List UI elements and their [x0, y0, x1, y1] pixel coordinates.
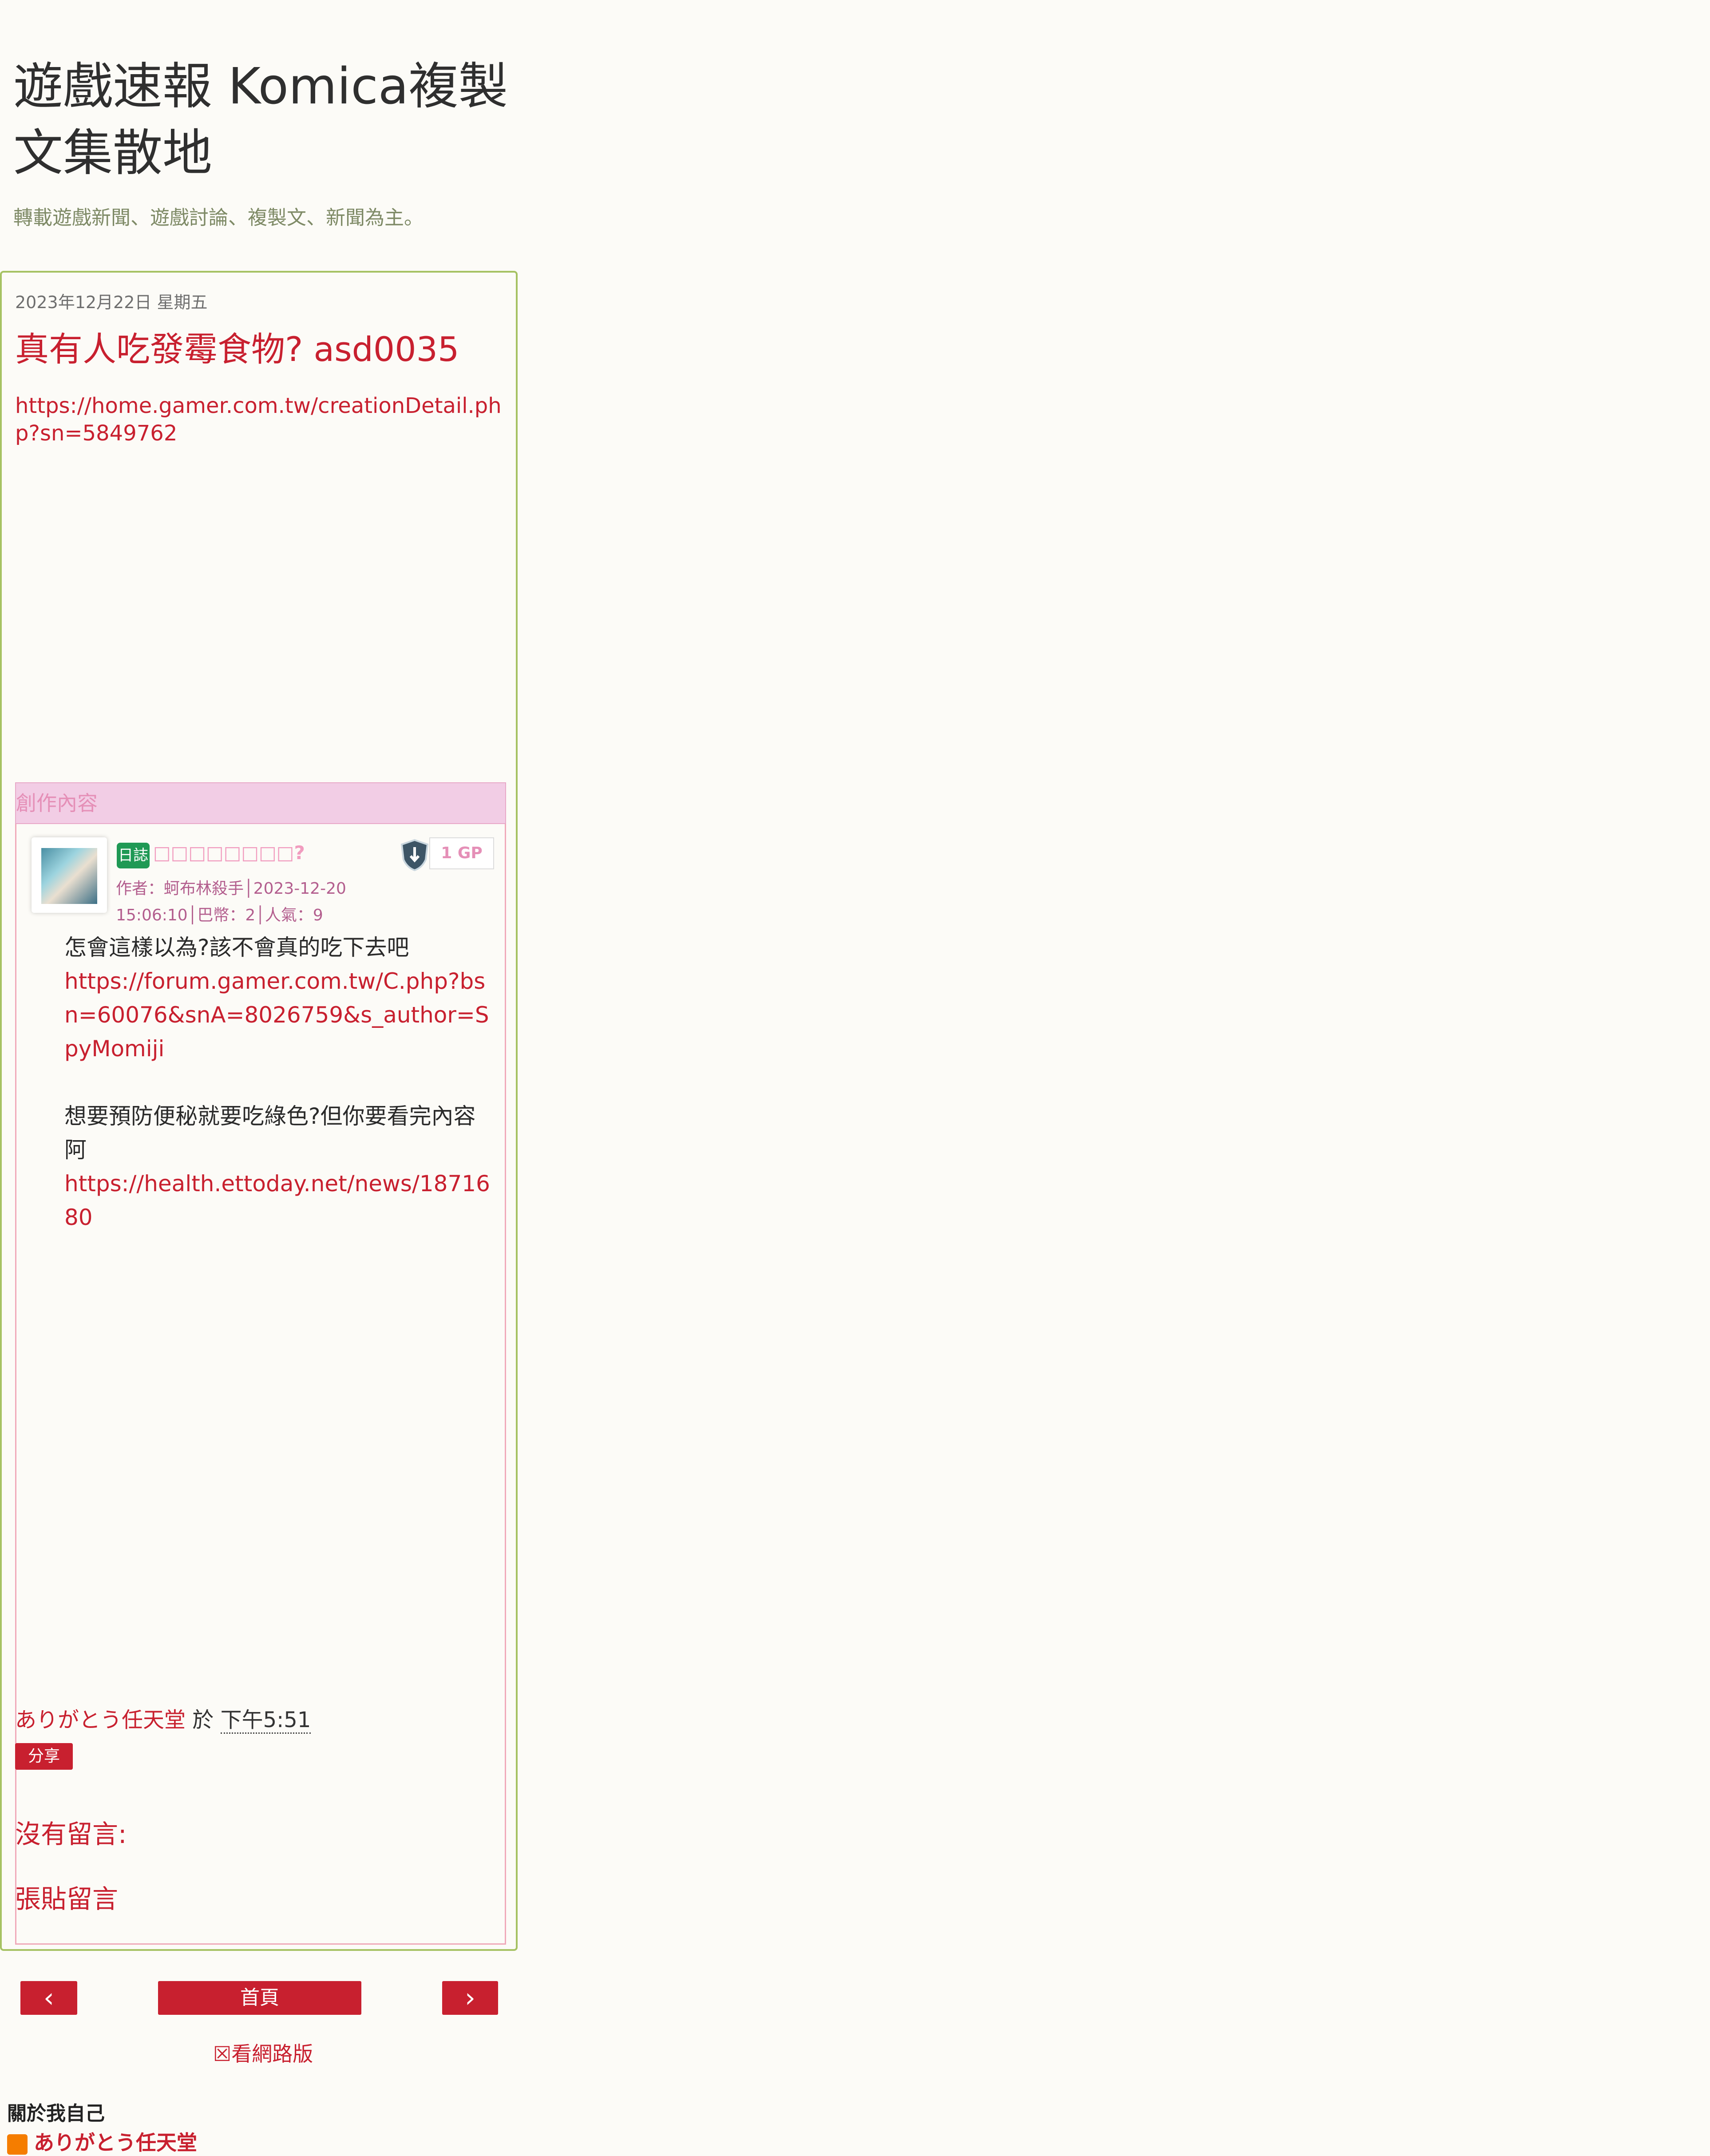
gp-button[interactable]: 1 GP: [429, 837, 494, 869]
blog-header: 遊戲速報 Komica複製文集散地 轉載遊戲新聞、遊戲討論、複製文、新聞為主。: [13, 53, 511, 230]
about-author-link[interactable]: ありがとう任天堂: [7, 2127, 197, 2156]
post-at: 於: [192, 1708, 214, 1732]
pager: ‹ 首頁 ›: [0, 1967, 518, 2038]
body-text-1: 怎會這樣以為?該不會真的吃下去吧: [64, 935, 409, 960]
post-card: 2023年12月22日 星期五 真有人吃發霉食物? asd0035 https:…: [0, 271, 518, 1951]
post-comment-link[interactable]: 張貼留言: [15, 1878, 118, 1915]
creation-body: 怎會這樣以為?該不會真的吃下去吧 https://forum.gamer.com…: [64, 931, 491, 1234]
post-timestamp[interactable]: 下午5:51: [220, 1708, 311, 1734]
forum-link[interactable]: https://forum.gamer.com.tw/C.php?bsn=600…: [64, 964, 491, 1066]
blog-title[interactable]: 遊戲速報 Komica複製文集散地: [13, 53, 511, 186]
post-footer: ありがとう任天堂 於 下午5:51: [15, 1702, 311, 1734]
body-text-2: 想要預防便秘就要吃綠色?但你要看完內容阿: [64, 1103, 476, 1163]
post-title[interactable]: 真有人吃發霉食物? asd0035: [15, 327, 503, 372]
creation-meta-author: 作者：蚵布林殺手│2023-12-20: [116, 880, 346, 898]
log-badge: 日誌: [117, 843, 150, 868]
next-page-button[interactable]: ›: [442, 1981, 498, 2015]
share-button[interactable]: 分享: [15, 1743, 73, 1770]
post-header: 2023年12月22日 星期五 真有人吃發霉食物? asd0035 https:…: [15, 289, 503, 447]
source-link[interactable]: https://home.gamer.com.tw/creationDetail…: [15, 392, 503, 447]
blogger-icon: [7, 2134, 28, 2155]
avatar[interactable]: [32, 837, 107, 913]
section-label: 創作內容: [15, 782, 506, 824]
about-heading: 關於我自己: [7, 2102, 105, 2125]
avatar-image: [41, 848, 97, 904]
creation-title[interactable]: □□□□□□□□?: [153, 842, 305, 864]
home-button[interactable]: 首頁: [158, 1981, 361, 2015]
embedded-creation: 日誌 □□□□□□□□? 作者：蚵布林殺手│2023-12-20 15:06:1…: [15, 824, 506, 1945]
post-date: 2023年12月22日 星期五: [15, 293, 208, 312]
about-author-name[interactable]: ありがとう任天堂: [34, 2131, 197, 2155]
shield-icon[interactable]: [399, 838, 430, 872]
creation-meta-stats: 15:06:10│巴幣：2│人氣：9: [116, 906, 323, 924]
no-comments-heading: 沒有留言:: [15, 1819, 127, 1849]
post-author[interactable]: ありがとう任天堂: [15, 1708, 186, 1732]
web-version-link[interactable]: ☒看網路版: [213, 2038, 313, 2067]
news-link[interactable]: https://health.ettoday.net/news/1871680: [64, 1167, 491, 1234]
blog-description: 轉載遊戲新聞、遊戲討論、複製文、新聞為主。: [13, 206, 424, 229]
prev-page-button[interactable]: ‹: [20, 1981, 77, 2015]
